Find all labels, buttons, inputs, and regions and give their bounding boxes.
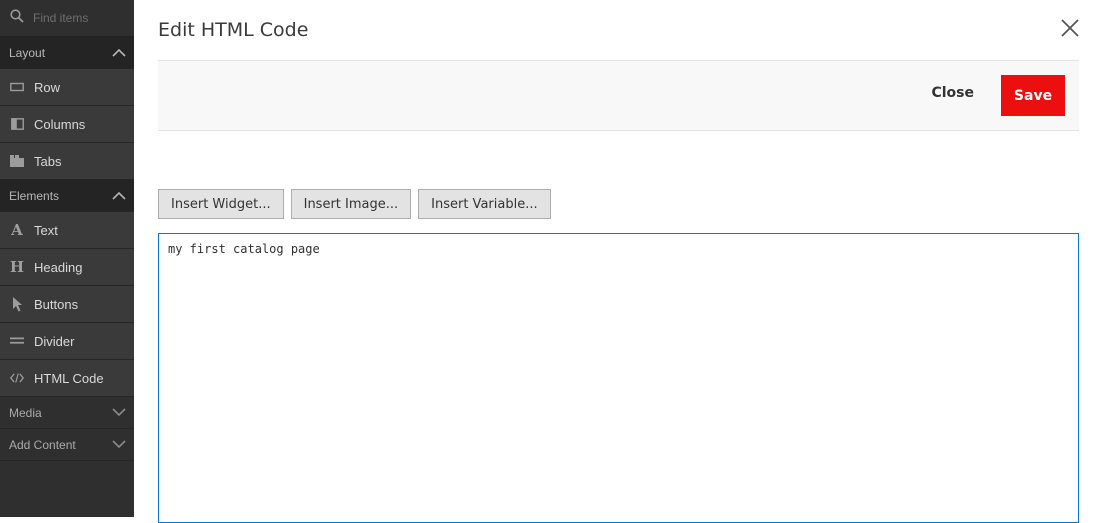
insert-image-button[interactable]: Insert Image... bbox=[290, 189, 412, 219]
sidebar-item-tabs[interactable]: Tabs bbox=[0, 143, 134, 180]
sidebar-item-buttons[interactable]: Buttons bbox=[0, 286, 134, 323]
section-label: Media bbox=[9, 405, 42, 420]
sidebar-item-label: Text bbox=[34, 222, 58, 238]
html-code-editor[interactable]: my first catalog page bbox=[158, 233, 1079, 523]
chevron-up-icon bbox=[112, 189, 126, 203]
section-add-content-header[interactable]: Add Content bbox=[0, 429, 134, 461]
section-label: Layout bbox=[9, 45, 46, 60]
sidebar-item-label: Heading bbox=[34, 259, 83, 275]
insert-widget-button[interactable]: Insert Widget... bbox=[158, 189, 284, 219]
editor-toolbar: Insert Widget... Insert Image... Insert … bbox=[158, 189, 551, 219]
section-layout-header[interactable]: Layout bbox=[0, 37, 134, 69]
section-label: Elements bbox=[9, 188, 60, 203]
text-glyph: A bbox=[11, 220, 23, 239]
sidebar-item-html-code[interactable]: HTML Code bbox=[0, 360, 134, 397]
divider-icon bbox=[10, 333, 24, 349]
sidebar-item-label: Divider bbox=[34, 333, 75, 349]
sidebar-item-label: Columns bbox=[34, 116, 86, 132]
sidebar-item-text[interactable]: A Text bbox=[0, 212, 134, 249]
section-media-header[interactable]: Media bbox=[0, 397, 134, 429]
close-icon[interactable] bbox=[1060, 18, 1080, 38]
insert-variable-button[interactable]: Insert Variable... bbox=[418, 189, 551, 219]
save-button[interactable]: Save bbox=[1001, 75, 1065, 116]
text-icon: A bbox=[10, 222, 24, 238]
row-icon bbox=[10, 79, 24, 95]
sidebar-item-label: HTML Code bbox=[34, 370, 104, 386]
page-builder-panel: Layout Row Columns Tabs Elements A Text … bbox=[0, 0, 134, 517]
sidebar-item-label: Row bbox=[34, 79, 61, 95]
sidebar-item-divider[interactable]: Divider bbox=[0, 323, 134, 360]
close-button[interactable]: Close bbox=[931, 85, 974, 101]
chevron-down-icon bbox=[112, 406, 126, 420]
sidebar-item-row[interactable]: Row bbox=[0, 69, 134, 106]
edit-html-code-modal: Edit HTML Code Close Save Insert Widget.… bbox=[134, 0, 1101, 523]
section-elements-header[interactable]: Elements bbox=[0, 180, 134, 212]
code-icon bbox=[10, 370, 24, 386]
sidebar-item-columns[interactable]: Columns bbox=[0, 106, 134, 143]
heading-glyph: H bbox=[9, 257, 25, 276]
find-items-search bbox=[0, 0, 134, 37]
section-label: Add Content bbox=[9, 437, 76, 452]
cursor-icon bbox=[10, 296, 24, 312]
sidebar-item-label: Buttons bbox=[34, 296, 79, 312]
modal-action-bar: Close Save bbox=[158, 60, 1079, 131]
find-items-input[interactable] bbox=[33, 11, 133, 25]
chevron-down-icon bbox=[112, 438, 126, 452]
sidebar-item-heading[interactable]: H Heading bbox=[0, 249, 134, 286]
modal-title: Edit HTML Code bbox=[158, 19, 309, 41]
tabs-icon bbox=[10, 153, 24, 169]
heading-icon: H bbox=[10, 259, 24, 275]
chevron-up-icon bbox=[112, 46, 126, 60]
sidebar-item-label: Tabs bbox=[34, 153, 62, 169]
search-icon bbox=[10, 8, 24, 28]
columns-icon bbox=[10, 116, 24, 132]
